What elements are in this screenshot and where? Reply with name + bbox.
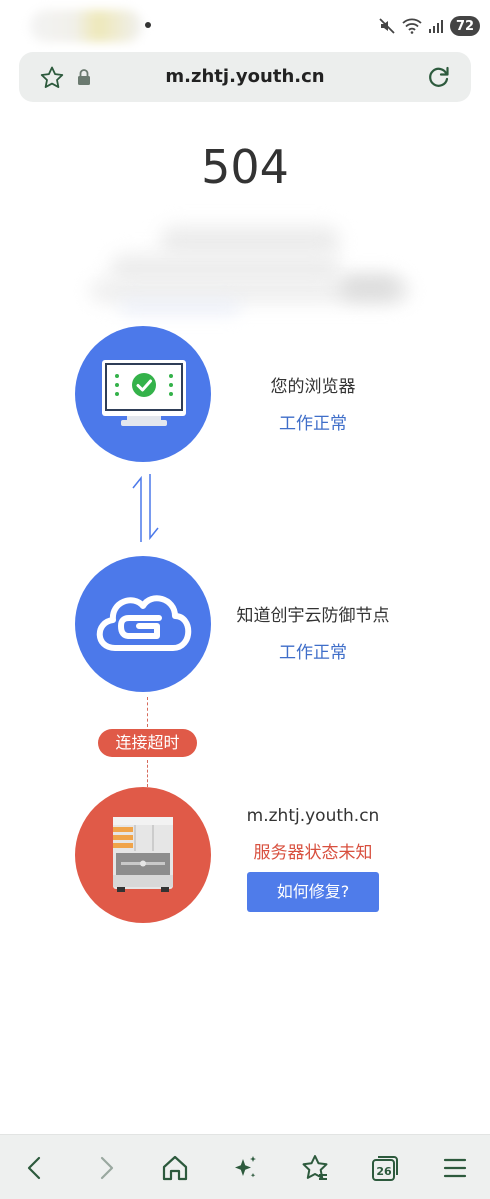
status-icons: 72 <box>378 14 480 38</box>
node-status: 工作正常 <box>279 643 347 663</box>
cloud-defense-node-icon <box>75 556 211 692</box>
browser-node-icon <box>75 326 211 462</box>
url-text[interactable]: m.zhtj.youth.cn <box>99 66 391 87</box>
favorites-icon[interactable] <box>300 1153 330 1183</box>
wifi-icon <box>402 18 422 34</box>
tab-count: 26 <box>376 1164 392 1178</box>
bottom-navigation: 26 <box>0 1134 490 1199</box>
mute-icon <box>378 17 396 35</box>
lock-icon[interactable] <box>77 68 91 90</box>
browser-node-label: 您的浏览器 工作正常 <box>193 372 433 434</box>
timeout-badge: 连接超时 <box>98 729 197 757</box>
status-bar: 72 <box>0 0 490 50</box>
bookmark-star-icon[interactable] <box>39 65 65 95</box>
node-name: 知道创宇云防御节点 <box>236 606 390 626</box>
node-name: m.zhtj.youth.cn <box>246 806 380 826</box>
server-node-label: m.zhtj.youth.cn 服务器状态未知 <box>193 806 433 863</box>
address-bar[interactable]: m.zhtj.youth.cn <box>19 52 471 102</box>
node-status: 工作正常 <box>279 414 347 434</box>
sparkle-icon[interactable] <box>230 1153 260 1183</box>
tabs-icon[interactable]: 26 <box>370 1153 400 1183</box>
browser-toolbar: m.zhtj.youth.cn <box>0 50 490 108</box>
back-icon[interactable] <box>20 1153 50 1183</box>
node-status: 服务器状态未知 <box>253 843 373 863</box>
bidirectional-arrows-icon <box>128 472 168 548</box>
blurred-status-content <box>30 10 142 42</box>
cloud-node-label: 知道创宇云防御节点 工作正常 <box>193 601 433 663</box>
connector-line <box>147 760 148 787</box>
connector-line <box>147 697 148 727</box>
node-name: 您的浏览器 <box>270 377 356 397</box>
signal-icon <box>428 18 444 34</box>
notification-dot <box>145 22 151 28</box>
how-to-fix-button[interactable]: 如何修复? <box>247 872 379 912</box>
forward-icon[interactable] <box>91 1153 121 1183</box>
menu-icon[interactable] <box>440 1153 470 1183</box>
server-node-icon <box>75 787 211 923</box>
battery-icon: 72 <box>450 16 480 36</box>
reload-icon[interactable] <box>426 64 452 94</box>
home-icon[interactable] <box>160 1153 190 1183</box>
blurred-error-description <box>90 220 410 315</box>
error-code: 504 <box>201 140 289 194</box>
